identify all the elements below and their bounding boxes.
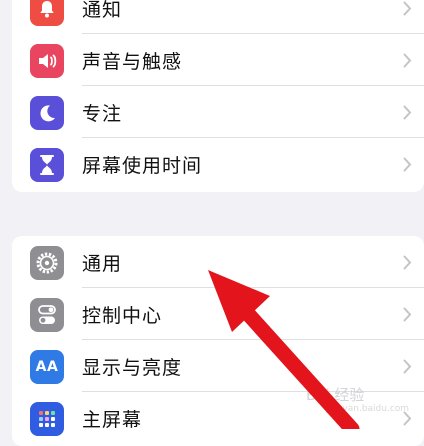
speaker-icon bbox=[30, 44, 64, 78]
chevron-right-icon bbox=[403, 105, 412, 120]
settings-group-2: 通用 控制中心 AA 显示与亮度 主屏幕 bbox=[12, 236, 424, 446]
settings-group-1: 通知 声音与触感 专注 屏幕使用时间 bbox=[12, 0, 424, 192]
settings-row-control-center[interactable]: 控制中心 bbox=[12, 288, 424, 340]
settings-row-screen-time[interactable]: 屏幕使用时间 bbox=[12, 138, 424, 190]
control-center-label: 控制中心 bbox=[82, 305, 163, 327]
text-size-icon: AA bbox=[30, 350, 64, 384]
home-screen-label: 主屏幕 bbox=[82, 409, 143, 431]
display-label: 显示与亮度 bbox=[82, 357, 183, 379]
notifications-label: 通知 bbox=[82, 0, 123, 21]
chevron-right-icon bbox=[403, 1, 412, 16]
home-grid-icon bbox=[30, 402, 64, 436]
bell-icon bbox=[30, 0, 64, 26]
screen-time-label: 屏幕使用时间 bbox=[82, 155, 203, 177]
chevron-right-icon bbox=[403, 157, 412, 172]
chevron-right-icon bbox=[403, 359, 412, 374]
hourglass-icon bbox=[30, 148, 64, 182]
general-label: 通用 bbox=[82, 253, 123, 275]
settings-row-general[interactable]: 通用 bbox=[12, 236, 424, 288]
settings-row-focus[interactable]: 专注 bbox=[12, 86, 424, 138]
toggles-icon bbox=[30, 298, 64, 332]
chevron-right-icon bbox=[403, 53, 412, 68]
chevron-right-icon bbox=[403, 255, 412, 270]
watermark-url: jingyan.baidu.com bbox=[326, 404, 410, 414]
moon-icon bbox=[30, 96, 64, 130]
settings-row-notifications[interactable]: 通知 bbox=[12, 0, 424, 34]
gear-icon bbox=[30, 246, 64, 280]
chevron-right-icon bbox=[403, 307, 412, 322]
watermark: Bai 经验 bbox=[306, 386, 365, 404]
sounds-label: 声音与触感 bbox=[82, 51, 183, 73]
settings-row-sounds[interactable]: 声音与触感 bbox=[12, 34, 424, 86]
focus-label: 专注 bbox=[82, 103, 123, 125]
